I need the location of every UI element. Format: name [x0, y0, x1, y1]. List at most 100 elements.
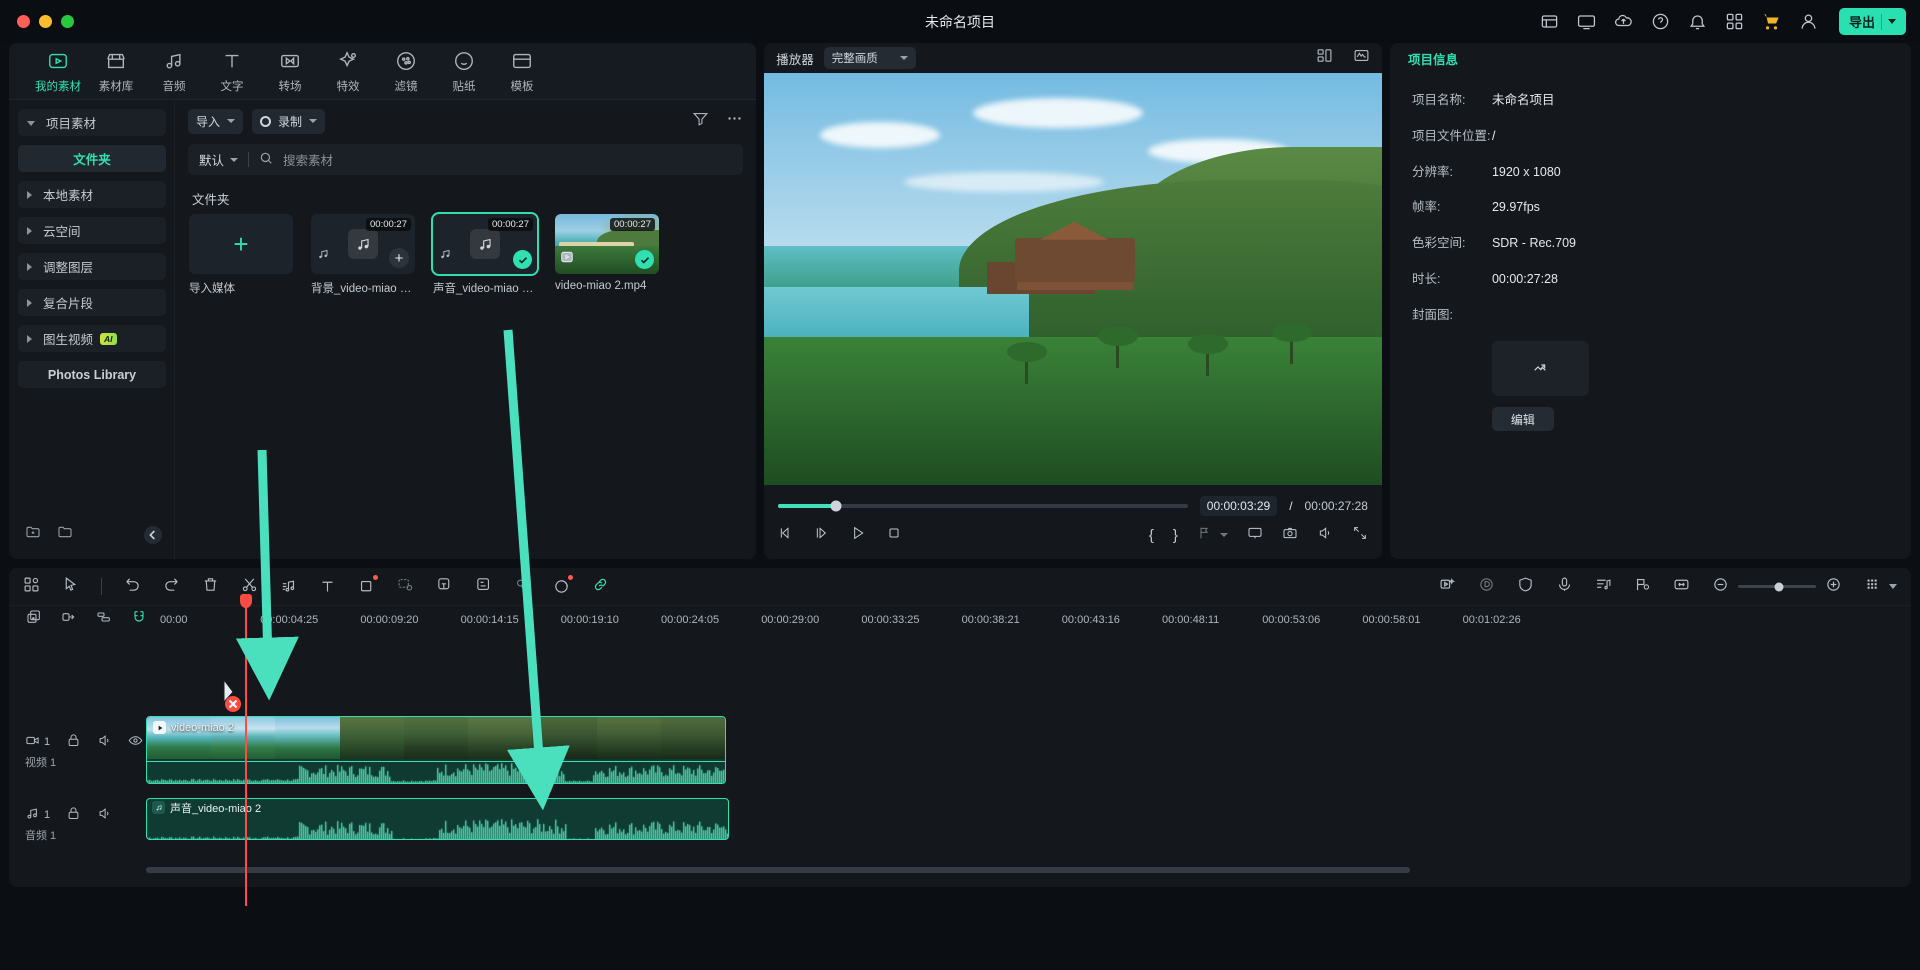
playhead[interactable] [240, 594, 252, 906]
mark-in-brace[interactable]: { [1149, 527, 1154, 544]
minimize-window-button[interactable] [39, 15, 52, 28]
chevron-down-icon[interactable] [230, 157, 239, 162]
undo-icon[interactable] [124, 576, 141, 598]
disclosure-triangle-icon[interactable] [27, 121, 35, 126]
record-button[interactable]: 录制 [252, 108, 326, 134]
magnet-snap-icon[interactable] [131, 609, 147, 630]
tab-8[interactable]: 贴纸 [435, 48, 493, 94]
grid-apps-icon[interactable] [1539, 11, 1561, 33]
mute-icon[interactable] [97, 733, 112, 751]
text-tool-icon[interactable] [319, 578, 336, 595]
media-item[interactable]: 00:00:27 声音_video-miao 2.m... [431, 212, 539, 296]
lock-icon[interactable] [66, 733, 81, 751]
edit-cover-button[interactable]: 编辑 [1491, 407, 1554, 432]
disclosure-triangle-icon[interactable] [27, 226, 32, 235]
disclosure-triangle-icon[interactable] [27, 334, 32, 343]
import-media-tile[interactable]: + [189, 214, 293, 274]
chevron-down-icon[interactable] [1888, 19, 1896, 24]
redo-icon[interactable] [163, 576, 180, 598]
monitor-icon[interactable] [1576, 11, 1598, 33]
cover-thumbnail[interactable] [1491, 341, 1589, 397]
maximize-window-button[interactable] [61, 15, 74, 28]
window-controls[interactable] [0, 15, 74, 28]
tab-9[interactable]: 模板 [493, 48, 551, 94]
timeline-hscrollbar[interactable] [146, 867, 1901, 873]
delete-trash-icon[interactable] [202, 576, 219, 598]
volume-icon[interactable] [1317, 525, 1333, 546]
bell-icon[interactable] [1687, 11, 1709, 33]
zoom-handle[interactable] [1774, 582, 1784, 591]
sidebar-item-6[interactable]: 复合片段 [18, 289, 166, 316]
screen-icon[interactable] [1247, 525, 1263, 546]
tab-2[interactable]: 素材库 [87, 48, 145, 94]
lock-icon[interactable] [66, 806, 81, 824]
sidebar-item-2[interactable]: 文件夹 [18, 145, 166, 172]
media-item[interactable]: + 导入媒体 [189, 214, 293, 296]
crop-tool-icon[interactable] [358, 575, 378, 595]
video-clip[interactable]: video-miao 2 [146, 716, 726, 784]
sidebar-item-8[interactable]: Photos Library [18, 361, 166, 388]
track-controls[interactable]: 1 [25, 806, 146, 824]
chevron-down-icon[interactable] [309, 119, 318, 123]
cart-icon[interactable] [1761, 11, 1783, 33]
shield-icon[interactable] [1517, 576, 1534, 598]
auto-caption-icon[interactable] [475, 576, 492, 598]
next-frame-icon[interactable] [814, 525, 830, 546]
sidebar-item-5[interactable]: 调整图层 [18, 253, 166, 280]
tab-3[interactable]: 音频 [145, 48, 203, 94]
mask-tool-icon[interactable] [397, 576, 414, 598]
zoom-out-icon[interactable] [1712, 576, 1729, 598]
waveform-scope-icon[interactable] [1353, 47, 1370, 69]
camera-icon[interactable] [25, 733, 40, 751]
sort-label[interactable]: 默认 [199, 150, 224, 169]
smart-cutout-icon[interactable] [1439, 576, 1456, 598]
collapse-sidebar-button[interactable] [144, 525, 162, 544]
apps-menu-icon[interactable] [1724, 11, 1746, 33]
tab-4[interactable]: 文字 [203, 48, 261, 94]
fit-width-icon[interactable] [1673, 576, 1690, 598]
sidebar-item-3[interactable]: 本地素材 [18, 181, 166, 208]
track-controls[interactable]: 1 [25, 733, 146, 751]
new-folder-icon[interactable] [25, 524, 41, 545]
help-circle-icon[interactable] [1650, 11, 1672, 33]
media-item[interactable]: 00:00:27 + 背景_video-miao 2.m... [311, 214, 415, 296]
pointer-select-icon[interactable] [62, 576, 79, 598]
track-height-icon[interactable] [1864, 576, 1881, 598]
export-button[interactable]: 导出 [1838, 8, 1906, 35]
media-item[interactable]: 00:00:27 video-miao 2.mp4 [555, 214, 659, 296]
chevron-down-icon[interactable] [899, 56, 908, 60]
play-icon[interactable] [850, 525, 866, 546]
eye-icon[interactable] [128, 733, 143, 751]
snapshot-camera-icon[interactable] [1282, 525, 1298, 546]
seek-slider[interactable] [778, 500, 1188, 512]
sidebar-item-4[interactable]: 云空间 [18, 217, 166, 244]
audio-thumbnail[interactable]: 00:00:27 [431, 212, 539, 276]
prev-frame-icon[interactable] [778, 525, 794, 546]
timeline-ruler[interactable]: 00:00 00:00:04:25 00:00:09:20 00:00:14:15 00… [146, 606, 1911, 632]
group-icon[interactable] [96, 609, 112, 630]
user-avatar-icon[interactable] [1798, 11, 1820, 33]
zoom-in-icon[interactable] [1825, 576, 1842, 598]
import-button[interactable]: 导入 [188, 108, 244, 134]
tab-project-info[interactable]: 项目信息 [1408, 49, 1458, 68]
grid-view-icon[interactable] [23, 576, 40, 598]
tab-7[interactable]: 滤镜 [377, 48, 435, 94]
audio-mixer-icon[interactable] [1595, 576, 1612, 598]
sidebar-item-1[interactable]: 项目素材 [18, 109, 166, 136]
tab-1[interactable]: 我的素材 [29, 48, 87, 94]
music-icon[interactable] [25, 806, 40, 824]
marker-flag-icon[interactable] [1634, 576, 1651, 598]
chevron-down-icon[interactable] [1219, 533, 1228, 537]
chevron-down-icon[interactable] [1889, 584, 1897, 589]
sidebar-item-7[interactable]: 图生视频 AI [18, 325, 166, 352]
audio-thumbnail[interactable]: 00:00:27 + [311, 214, 415, 274]
sticker-track-icon[interactable] [436, 576, 453, 598]
audio-detach-icon[interactable] [280, 578, 297, 595]
disclosure-triangle-icon[interactable] [27, 190, 32, 199]
timeline-zoom[interactable] [1712, 576, 1842, 598]
cloud-upload-icon[interactable] [1613, 11, 1635, 33]
disclosure-triangle-icon[interactable] [27, 298, 32, 307]
tab-5[interactable]: 转场 [261, 48, 319, 94]
more-horizontal-icon[interactable] [726, 110, 743, 132]
close-window-button[interactable] [17, 15, 30, 28]
